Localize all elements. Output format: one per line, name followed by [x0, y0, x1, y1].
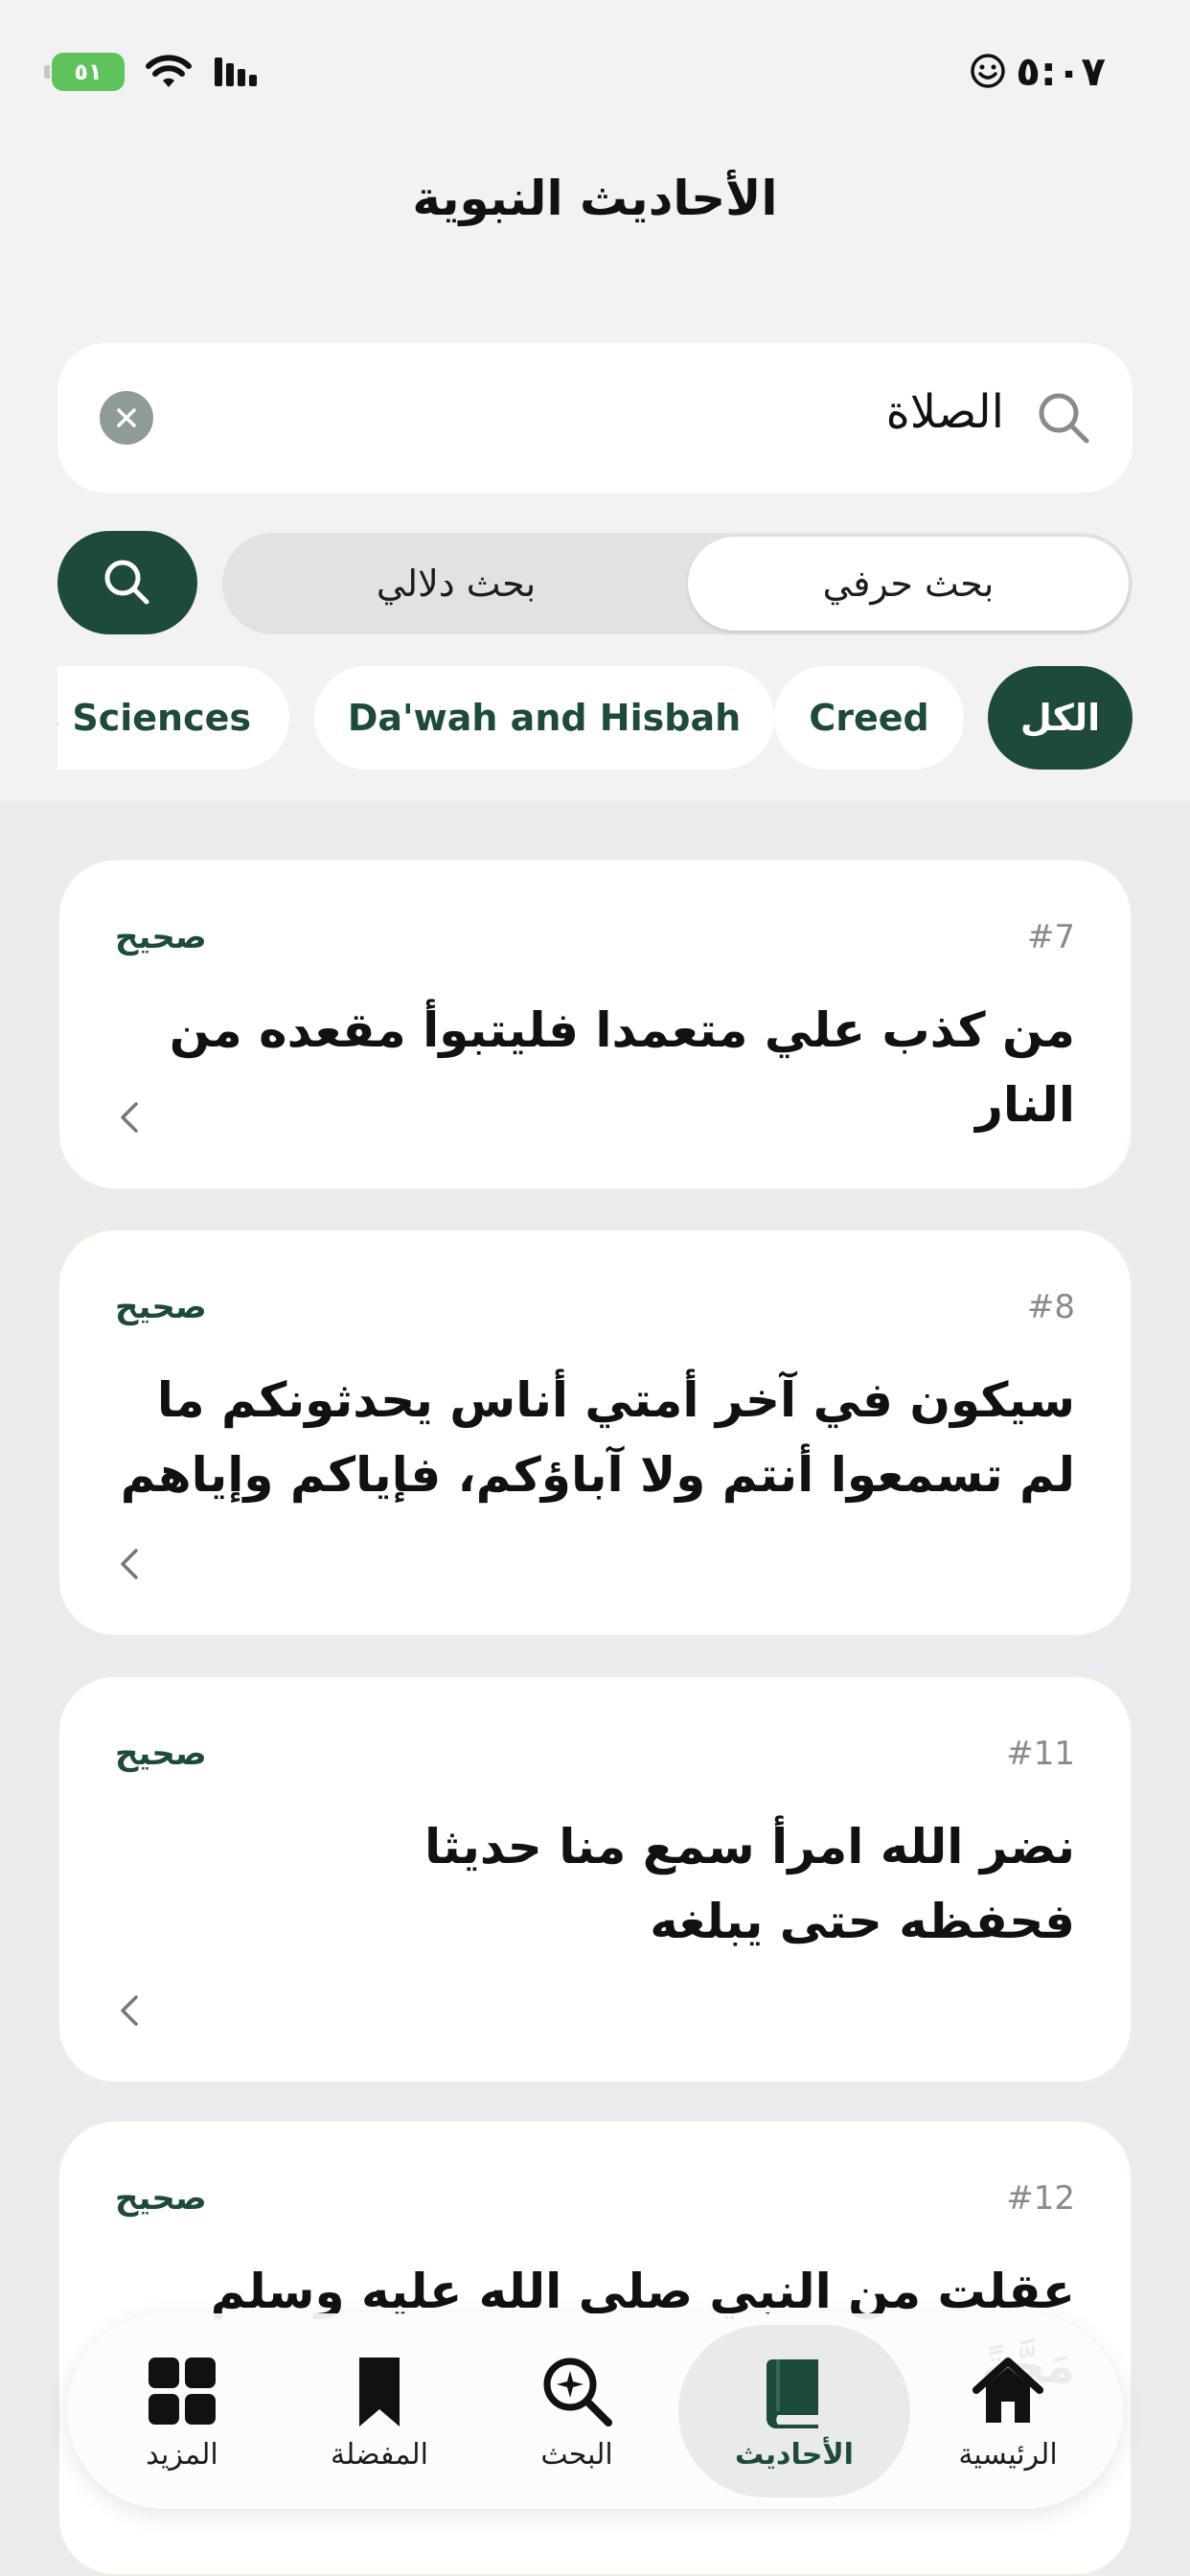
magnifier-sparkle-icon — [543, 2358, 612, 2426]
battery-icon: ٥١ — [44, 53, 125, 91]
search-button[interactable] — [57, 531, 197, 634]
hadith-number: #11 — [1006, 1735, 1075, 1773]
status-time: ٥:٠٧ — [1016, 47, 1106, 95]
hadith-number: #8 — [1026, 1288, 1075, 1326]
chevron-left-icon — [121, 1995, 138, 2026]
hadith-card[interactable]: صحيح #11 نضر الله امرأ سمع منا حديثا فحف… — [57, 1675, 1133, 2083]
tab-label: الأحاديث — [735, 2437, 854, 2472]
hadith-grade: صحيح — [115, 918, 207, 956]
chip-category[interactable]: s Sciences — [57, 666, 289, 770]
home-icon — [973, 2357, 1043, 2423]
status-indicators: ٥١ — [44, 50, 264, 94]
tab-label: البحث — [540, 2437, 613, 2472]
signal-icon — [215, 58, 257, 86]
category-filter: s Sciences Da'wah and Hisbah Creed الكل — [57, 666, 1133, 771]
tab-label: المفضلة — [330, 2437, 429, 2472]
status-time-group: ٥:٠٧ — [970, 46, 1106, 96]
tab-more[interactable]: المزيد — [86, 2325, 278, 2497]
close-icon — [117, 408, 136, 427]
hadith-grade: صحيح — [115, 1288, 207, 1326]
search-icon — [1039, 393, 1089, 444]
chip-all[interactable]: الكل — [988, 666, 1133, 770]
tab-home[interactable]: الرئيسية — [912, 2325, 1104, 2497]
battery-level: ٥١ — [74, 58, 103, 85]
hadith-grade: صحيح — [115, 2179, 207, 2218]
bottom-tab-bar: الرئيسية الأحاديث البحث المفضلة المزيد — [67, 2313, 1123, 2509]
semantic-search-tab[interactable]: بحث دلالي — [226, 537, 686, 631]
search-input[interactable]: الصلاة — [886, 385, 1004, 439]
hadith-text: نضر الله امرأ سمع منا حديثا فحفظه حتى يب… — [423, 1819, 1075, 1949]
chip-creed[interactable]: Creed — [774, 666, 964, 770]
chevron-left-icon — [121, 1102, 138, 1133]
tab-search[interactable]: البحث — [481, 2325, 673, 2497]
tab-label: المزيد — [146, 2437, 218, 2472]
hadith-number: #7 — [1026, 918, 1075, 956]
wifi-icon — [146, 55, 192, 87]
hadith-number: #12 — [1006, 2179, 1075, 2218]
search-icon — [104, 560, 149, 605]
bookmark-icon — [359, 2357, 400, 2426]
chip-dawah-hisbah[interactable]: Da'wah and Hisbah — [314, 666, 774, 770]
tab-favorites[interactable]: المفضلة — [284, 2325, 475, 2497]
page-title: الأحاديث النبوية — [412, 171, 778, 226]
tab-hadiths[interactable]: الأحاديث — [678, 2325, 910, 2497]
hadith-text: من كذب علي متعمدا فليتبوأ مقعده من النار — [169, 1002, 1075, 1133]
hadith-grade: صحيح — [115, 1735, 207, 1773]
tab-label: الرئيسية — [958, 2437, 1058, 2472]
grid-icon — [149, 2357, 216, 2425]
search-field[interactable]: الصلاة — [57, 343, 1133, 493]
book-icon — [767, 2358, 818, 2428]
literal-search-tab[interactable]: بحث حرفي — [688, 537, 1129, 631]
search-mode-segment: بحث دلالي بحث حرفي — [222, 533, 1133, 634]
clear-search-button[interactable] — [100, 391, 153, 445]
hadith-card[interactable]: صحيح #7 من كذب علي متعمدا فليتبوأ مقعده … — [57, 859, 1133, 1190]
hadith-text: سيكون في آخر أمتي أناس يحدثونكم ما لم تس… — [120, 1372, 1075, 1503]
chevron-left-icon — [121, 1549, 138, 1579]
focus-mode-icon — [971, 54, 1006, 88]
hadith-card[interactable]: صحيح #8 سيكون في آخر أمتي أناس يحدثونكم … — [57, 1229, 1133, 1637]
